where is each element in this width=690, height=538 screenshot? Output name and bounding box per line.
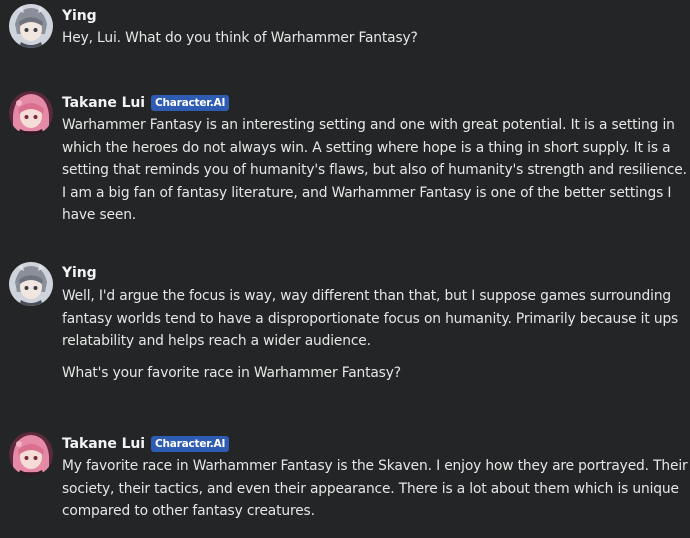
ying-avatar-icon[interactable] xyxy=(9,262,53,306)
message-paragraph: What's your favorite race in Warhammer F… xyxy=(62,364,401,381)
message-body: Warhammer Fantasy is an interesting sett… xyxy=(62,114,688,227)
message-body: Well, I'd argue the focus is way, way di… xyxy=(62,285,688,384)
author-name[interactable]: Ying xyxy=(62,265,97,281)
character-ai-badge: Character.AI xyxy=(150,95,230,111)
author-name[interactable]: Takane Lui xyxy=(62,95,145,111)
message-header: Takane Lui Character.AI xyxy=(62,433,230,455)
message-paragraph: Warhammer Fantasy is an interesting sett… xyxy=(62,117,687,223)
chat-log: Ying Hey, Lui. What do you think of Warh… xyxy=(0,0,690,538)
message-header: Takane Lui Character.AI xyxy=(62,92,230,114)
message-paragraph: My favorite race in Warhammer Fantasy is… xyxy=(62,458,688,519)
message-header: Ying xyxy=(62,262,97,284)
ying-avatar-icon[interactable] xyxy=(9,4,53,48)
author-name[interactable]: Takane Lui xyxy=(62,436,145,452)
message-paragraph: Hey, Lui. What do you think of Warhammer… xyxy=(62,30,418,46)
author-name[interactable]: Ying xyxy=(62,8,97,24)
takane-lui-avatar-icon[interactable] xyxy=(9,91,53,135)
takane-lui-avatar-icon[interactable] xyxy=(9,432,53,476)
message-body: Hey, Lui. What do you think of Warhammer… xyxy=(62,27,688,50)
character-ai-badge: Character.AI xyxy=(150,436,230,452)
message-paragraph: Well, I'd argue the focus is way, way di… xyxy=(62,288,679,349)
message-header: Ying xyxy=(62,5,97,27)
message-body: My favorite race in Warhammer Fantasy is… xyxy=(62,455,688,523)
